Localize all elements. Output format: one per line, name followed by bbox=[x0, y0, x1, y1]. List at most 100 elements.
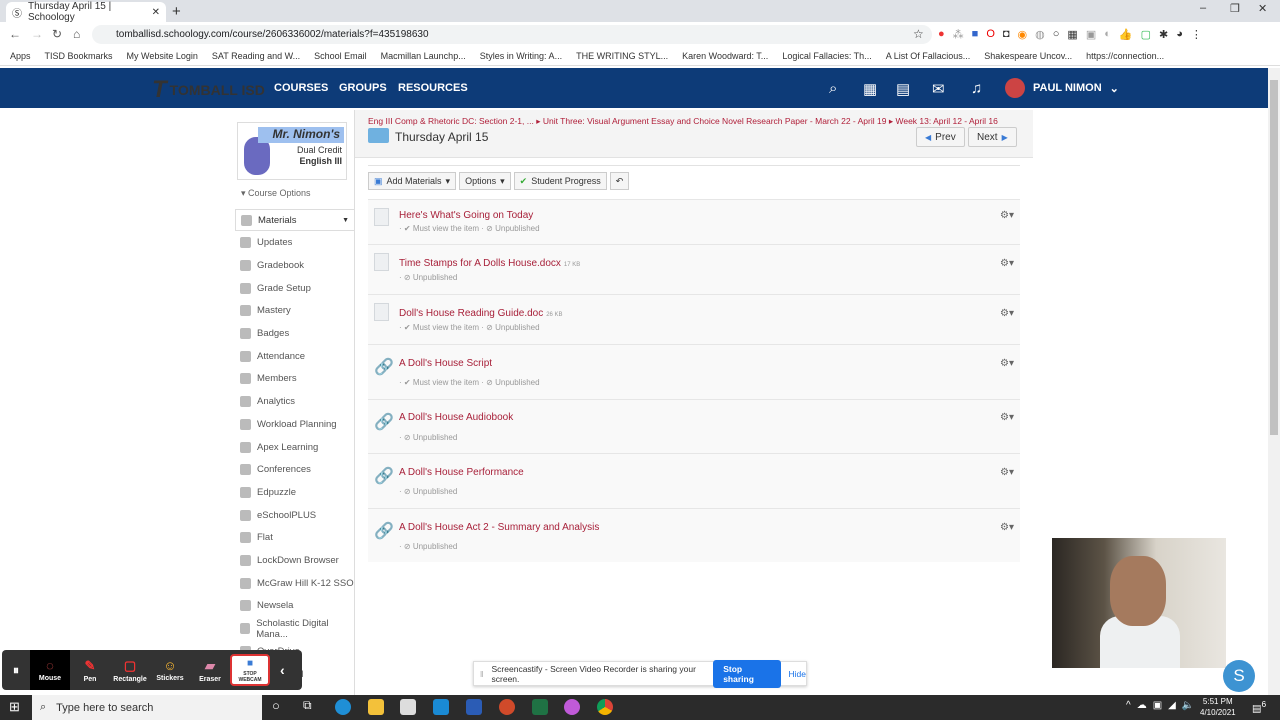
gear-icon[interactable]: ⚙▾ bbox=[1000, 210, 1014, 221]
undo-button[interactable]: ↶ bbox=[609, 172, 630, 190]
cortana-icon[interactable]: ○ bbox=[272, 698, 280, 713]
sidebar-item-badges[interactable]: Badges bbox=[235, 323, 355, 345]
extension-icon[interactable]: ◍ bbox=[1035, 28, 1045, 41]
extension-icon[interactable]: 👍 bbox=[1119, 28, 1133, 41]
pause-icon[interactable]: ⏸ bbox=[2, 663, 30, 678]
home-icon[interactable]: ⌂ bbox=[73, 27, 80, 41]
maximize-button[interactable]: ❐ bbox=[1230, 2, 1240, 15]
bookmark[interactable]: A List Of Fallacious... bbox=[886, 51, 971, 61]
puzzle-icon[interactable]: ✱ bbox=[1159, 28, 1168, 41]
task-view-icon[interactable]: ⧉ bbox=[303, 698, 312, 713]
sidebar-item-members[interactable]: Members bbox=[235, 368, 355, 390]
bookmark[interactable]: Karen Woodward: T... bbox=[682, 51, 768, 61]
notifications-icon[interactable]: ▤6 bbox=[1252, 699, 1266, 714]
minimize-button[interactable]: – bbox=[1200, 2, 1206, 14]
chevron-up-icon[interactable]: ^ bbox=[1126, 700, 1131, 711]
material-link[interactable]: A Doll's House Act 2 - Summary and Analy… bbox=[399, 522, 599, 533]
close-tab-icon[interactable]: ✕ bbox=[152, 7, 160, 18]
sidebar-item-analytics[interactable]: Analytics bbox=[235, 391, 355, 413]
bookmark[interactable]: TISD Bookmarks bbox=[45, 51, 113, 61]
material-link[interactable]: A Doll's House Audiobook bbox=[399, 412, 513, 423]
extension-icon[interactable]: ◐ bbox=[1104, 28, 1111, 41]
volume-icon[interactable]: 🔈 bbox=[1182, 700, 1194, 711]
bookmark[interactable]: School Email bbox=[314, 51, 367, 61]
bookmark[interactable]: Macmillan Launchp... bbox=[381, 51, 466, 61]
sidebar-item-apex-learning[interactable]: Apex Learning bbox=[235, 436, 355, 458]
scrollbar-thumb[interactable] bbox=[1270, 80, 1278, 435]
mail-app-icon[interactable] bbox=[433, 699, 449, 715]
apps-grid-icon[interactable]: ▦ bbox=[863, 80, 877, 98]
extension-icon[interactable]: ⁂ bbox=[953, 28, 964, 41]
bookmark[interactable]: Styles in Writing: A... bbox=[480, 51, 562, 61]
sidebar-item-materials[interactable]: Materials ▼ bbox=[235, 209, 355, 231]
material-link[interactable]: A Doll's House Script bbox=[399, 358, 492, 369]
sidebar-item-attendance[interactable]: Attendance bbox=[235, 345, 355, 367]
extension-icon[interactable]: ● bbox=[938, 28, 945, 41]
word-icon[interactable] bbox=[466, 699, 482, 715]
sidebar-item-scholastic-digital-mana[interactable]: Scholastic Digital Mana... bbox=[235, 618, 355, 640]
browser-tab[interactable]: Ⓢ Thursday April 15 | Schoology ✕ bbox=[6, 1, 166, 23]
nav-resources[interactable]: RESOURCES bbox=[398, 82, 468, 94]
back-icon[interactable]: ← bbox=[9, 27, 21, 41]
tool-eraser[interactable]: ▰ Eraser bbox=[190, 658, 230, 683]
file-explorer-icon[interactable] bbox=[368, 699, 384, 715]
material-link[interactable]: A Doll's House Performance bbox=[399, 467, 524, 478]
tool-stickers[interactable]: ☺ Stickers bbox=[150, 658, 190, 682]
search-icon[interactable]: ⌕ bbox=[829, 80, 837, 97]
taskbar-search[interactable]: ⌕ Type here to search bbox=[32, 695, 262, 720]
nav-groups[interactable]: GROUPS bbox=[339, 82, 387, 94]
add-materials-button[interactable]: ▣ Add Materials ▾ bbox=[368, 172, 457, 190]
bookmark[interactable]: Shakespeare Uncov... bbox=[984, 51, 1072, 61]
chrome-icon[interactable] bbox=[597, 699, 613, 715]
itunes-icon[interactable] bbox=[564, 699, 580, 715]
material-link[interactable]: Doll's House Reading Guide.doc bbox=[399, 308, 543, 319]
extension-icon[interactable]: ▣ bbox=[1086, 28, 1096, 41]
star-icon[interactable]: ☆ bbox=[913, 27, 924, 41]
excel-icon[interactable] bbox=[532, 699, 548, 715]
windows-start-icon[interactable]: ⊞ bbox=[9, 699, 20, 715]
gear-icon[interactable]: ⚙▾ bbox=[1000, 308, 1014, 319]
gear-icon[interactable]: ⚙▾ bbox=[1000, 412, 1014, 423]
logo[interactable]: T TOMBALL ISD bbox=[152, 76, 265, 104]
onedrive-icon[interactable]: ☁ bbox=[1137, 700, 1147, 711]
calendar-icon[interactable]: ▤ bbox=[896, 80, 910, 98]
gear-icon[interactable]: ⚙▾ bbox=[1000, 522, 1014, 533]
edge-icon[interactable] bbox=[335, 699, 351, 715]
sidebar-item-lockdown-browser[interactable]: LockDown Browser bbox=[235, 550, 355, 572]
sidebar-item-conferences[interactable]: Conferences bbox=[235, 459, 355, 481]
extension-icon[interactable]: ▦ bbox=[1067, 28, 1077, 41]
extension-icon[interactable]: ■ bbox=[972, 28, 979, 41]
gear-icon[interactable]: ⚙▾ bbox=[1000, 358, 1014, 369]
powerpoint-icon[interactable] bbox=[499, 699, 515, 715]
sidebar-item-gradebook[interactable]: Gradebook bbox=[235, 254, 355, 276]
sidebar-item-workload-planning[interactable]: Workload Planning bbox=[235, 413, 355, 435]
bookmark[interactable]: SAT Reading and W... bbox=[212, 51, 300, 61]
gear-icon[interactable]: ⚙▾ bbox=[1000, 258, 1014, 269]
bookmark[interactable]: Apps bbox=[10, 51, 31, 61]
nav-courses[interactable]: COURSES bbox=[274, 82, 328, 94]
sidebar-item-edpuzzle[interactable]: Edpuzzle bbox=[235, 481, 355, 503]
extension-icon[interactable]: O bbox=[986, 28, 995, 41]
hide-button[interactable]: Hide bbox=[789, 669, 806, 679]
material-link[interactable]: Time Stamps for A Dolls House.docx bbox=[399, 258, 561, 269]
gear-icon[interactable]: ⚙▾ bbox=[1000, 467, 1014, 478]
breadcrumb-link[interactable]: Week 13: April 12 - April 16 bbox=[895, 116, 997, 126]
forward-icon[interactable]: → bbox=[31, 27, 43, 41]
sidebar-item-flat[interactable]: Flat bbox=[235, 527, 355, 549]
bookmark[interactable]: https://connection... bbox=[1086, 51, 1164, 61]
breadcrumb-link[interactable]: Unit Three: Visual Argument Essay and Ch… bbox=[543, 116, 887, 126]
tool-pen[interactable]: ✎ Pen bbox=[70, 658, 110, 683]
bell-icon[interactable]: ♫ bbox=[971, 80, 982, 97]
prev-button[interactable]: ◀ Prev bbox=[916, 127, 965, 147]
tray-app-icon[interactable]: ▣ bbox=[1153, 700, 1162, 711]
menu-icon[interactable]: ⋮ bbox=[1191, 28, 1202, 41]
collapse-chevron-icon[interactable]: ‹ bbox=[280, 662, 285, 678]
extension-icon[interactable]: ○ bbox=[1053, 28, 1060, 41]
bookmark[interactable]: My Website Login bbox=[127, 51, 198, 61]
sidebar-item-mastery[interactable]: Mastery bbox=[235, 300, 355, 322]
webcam-overlay[interactable] bbox=[1052, 538, 1226, 668]
close-window-button[interactable]: ✕ bbox=[1258, 2, 1267, 15]
url-input[interactable]: tomballisd.schoology.com/course/26063360… bbox=[92, 25, 932, 44]
sidebar-item-newsela[interactable]: Newsela bbox=[235, 595, 355, 617]
screencastify-badge[interactable]: S bbox=[1223, 660, 1255, 692]
